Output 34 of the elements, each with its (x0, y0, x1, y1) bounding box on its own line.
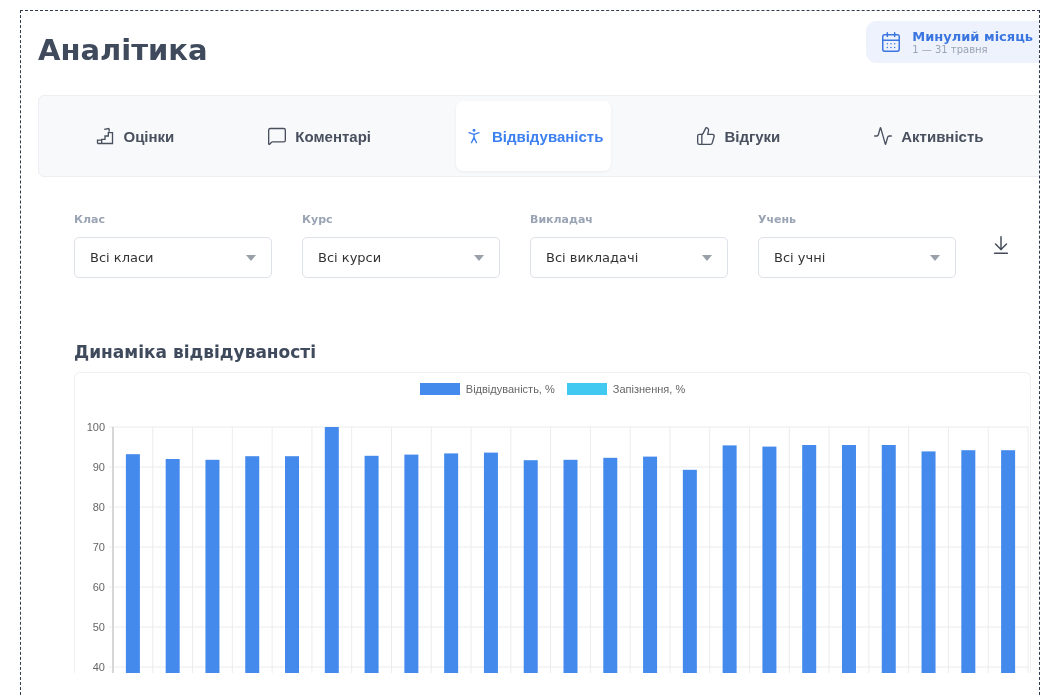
axis-tick-label: 60 (92, 581, 105, 593)
tab[interactable]: Коментарі (259, 101, 379, 171)
filter-label: Клас (74, 213, 106, 226)
pulse-icon (873, 126, 894, 146)
filter-label: Учень (758, 213, 798, 226)
stairs-icon (95, 126, 116, 146)
speech-bubble-icon (267, 126, 288, 146)
thumbs-up-icon (696, 126, 717, 146)
date-range-button[interactable]: Минулий місяць 1 — 31 травня (866, 21, 1039, 63)
filter-label: Курс (302, 213, 334, 226)
caret-icon (702, 254, 712, 261)
filter-label: Викладач (530, 213, 594, 226)
tab[interactable]: Оцінки (87, 101, 183, 171)
caret-icon (474, 254, 484, 261)
legend-label: Запізнення, % (612, 383, 686, 395)
tab[interactable]: Відвідуваність (455, 101, 612, 171)
tab[interactable]: Відгуки (688, 101, 789, 171)
dropdown[interactable]: Всі курси (302, 237, 500, 278)
axis-tick-label: 40 (92, 661, 105, 673)
dropdown[interactable]: Всі учні (758, 237, 956, 278)
legend-label: Відвідуваність, % (465, 383, 555, 395)
tab[interactable]: Активність (865, 101, 992, 171)
chart-title: Динаміка відвідуваності (74, 342, 318, 362)
dropdown[interactable]: Всі класи (74, 237, 272, 278)
page-title: Аналітика (38, 33, 208, 67)
axis-tick-label: 70 (92, 541, 105, 553)
axis-tick-label: 80 (92, 501, 105, 513)
dropdown[interactable]: Всі викладачі (530, 237, 728, 278)
axis-tick-label: 90 (92, 461, 105, 473)
calendar-icon (880, 31, 903, 53)
caret-icon (246, 254, 256, 261)
axis-tick-label: 50 (92, 621, 105, 633)
caret-icon (930, 254, 940, 261)
axis-tick-label: 100 (86, 421, 105, 433)
